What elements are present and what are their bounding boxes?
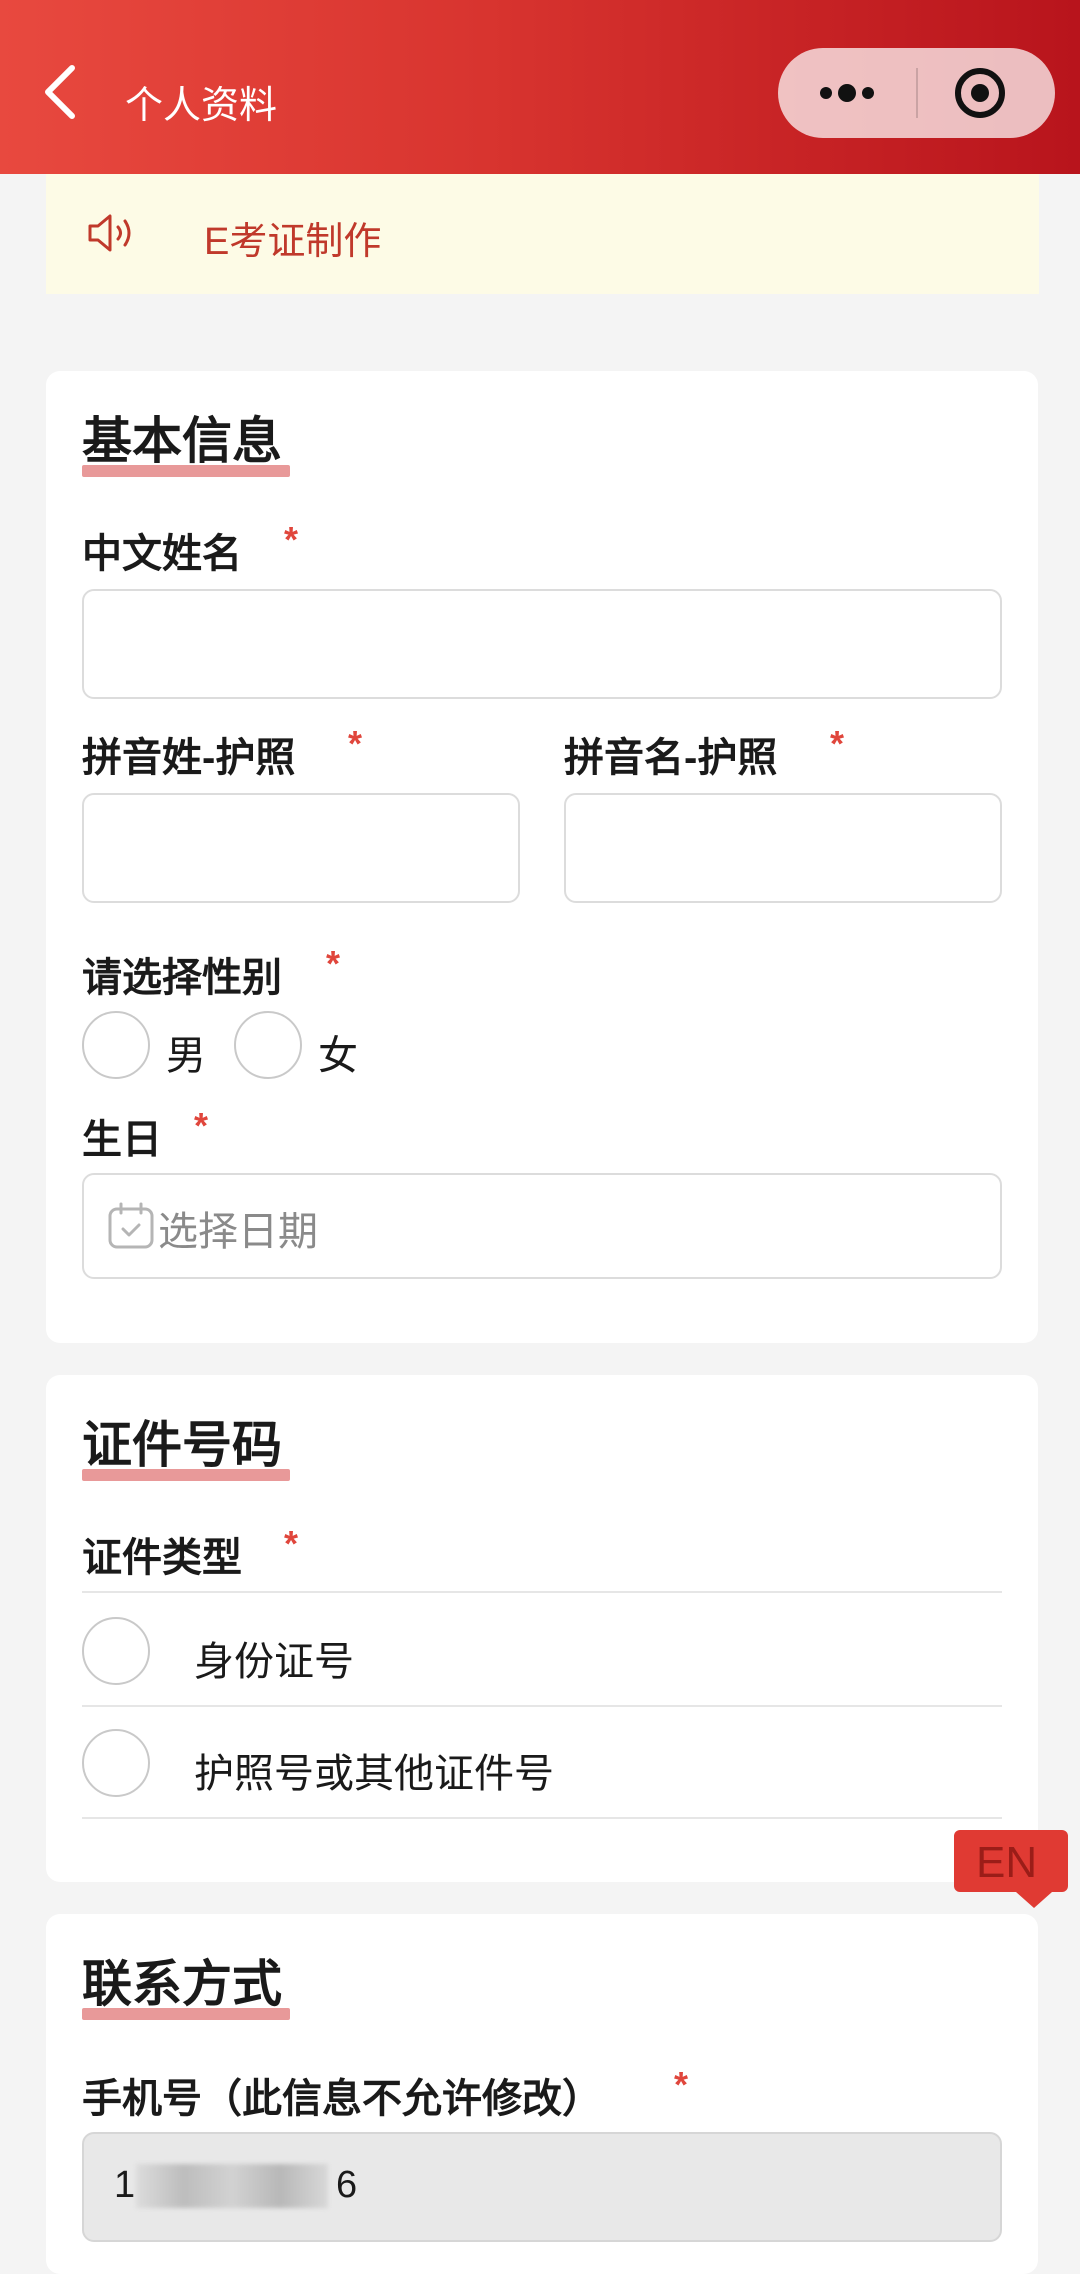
section-title-underline [82,2008,290,2020]
id-card-option-label: 身份证号 [194,1640,354,1684]
pinyin-surname-input[interactable] [82,793,520,903]
divider [82,1817,1002,1819]
more-dots-icon [820,84,874,102]
passport-option-label: 护照号或其他证件号 [194,1752,554,1796]
language-switch-button[interactable]: EN [954,1830,1068,1908]
phone-label: 手机号（此信息不允许修改） [82,2077,602,2121]
gender-label: 请选择性别 [82,956,282,1000]
phone-value-end: 6 [336,2164,358,2206]
close-miniprogram-button[interactable] [918,48,1055,138]
section-title-id-number: 证件号码 [82,1417,282,1473]
id-type-label: 证件类型 [82,1536,242,1580]
notice-bar: E考证制作 [46,174,1039,294]
speaker-icon [88,214,131,252]
mini-program-capsule [778,48,1055,138]
chinese-name-input[interactable] [82,589,1002,699]
pinyin-given-input[interactable] [564,793,1002,903]
passport-radio[interactable] [82,1729,150,1797]
phone-masked-digits [136,2164,328,2208]
chevron-left-icon [45,65,75,119]
required-star: * [194,1105,209,1146]
pinyin-given-label: 拼音名-护照 [564,736,778,780]
birthday-label: 生日 [82,1118,162,1162]
phone-readonly-field: 1 6 [82,2132,1002,2242]
notice-text: E考证制作 [204,221,382,263]
required-star: * [348,723,363,764]
section-title-basic-info: 基本信息 [82,413,282,469]
back-button[interactable] [38,62,88,122]
language-switch-label: EN [976,1838,1038,1887]
gender-male-radio[interactable] [82,1011,150,1079]
required-star: * [830,723,845,764]
phone-value-start: 1 [114,2164,136,2206]
gender-female-radio[interactable] [234,1011,302,1079]
required-star: * [326,943,341,984]
required-star: * [284,519,299,560]
birthday-placeholder: 选择日期 [158,1210,318,1254]
top-nav-bar: 个人资料 [0,0,1080,174]
more-menu-button[interactable] [778,48,916,138]
required-star: * [674,2064,689,2105]
basic-info-card: 基本信息 中文姓名 * 拼音姓-护照 * 拼音名-护照 * 请选择性别 * 男 … [46,371,1038,1343]
calendar-icon [108,1202,154,1249]
target-circle-icon [955,68,1005,118]
gender-male-label: 男 [166,1034,206,1078]
birthday-date-picker[interactable]: 选择日期 [82,1173,1002,1279]
divider [82,1591,1002,1593]
id-card-radio[interactable] [82,1617,150,1685]
section-title-underline [82,1469,290,1481]
pinyin-surname-label: 拼音姓-护照 [82,736,296,780]
gender-female-label: 女 [318,1034,358,1078]
chinese-name-label: 中文姓名 [82,532,242,576]
contact-card: 联系方式 手机号（此信息不允许修改） * 1 6 [46,1914,1038,2274]
section-title-underline [82,465,290,477]
required-star: * [284,1523,299,1564]
id-number-card: 证件号码 证件类型 * 身份证号 护照号或其他证件号 [46,1375,1038,1882]
page-title: 个人资料 [125,85,278,127]
divider [82,1705,1002,1707]
section-title-contact: 联系方式 [82,1956,282,2012]
